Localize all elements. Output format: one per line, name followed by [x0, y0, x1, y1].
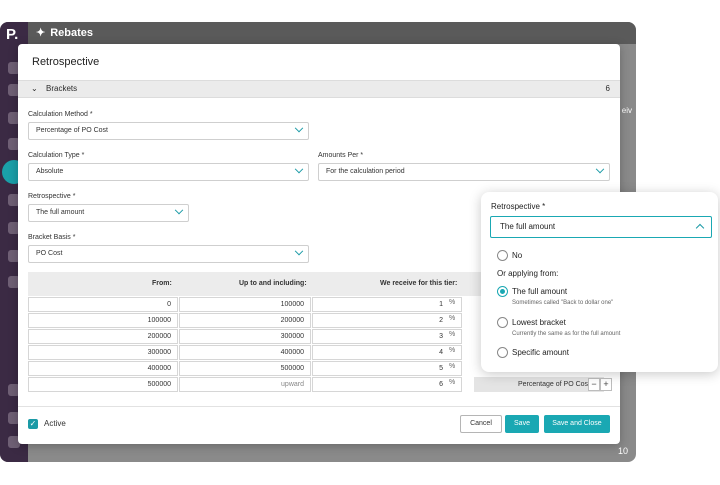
check-icon: ✓ [29, 419, 37, 428]
popover-label: Retrospective * [491, 202, 546, 211]
chevron-down-icon [294, 246, 304, 256]
save-button[interactable]: Save [505, 415, 539, 433]
receive-cell[interactable]: 4 [312, 345, 462, 360]
radio-no[interactable] [497, 250, 508, 261]
percent-unit: % [449, 331, 456, 338]
chevron-down-icon [294, 164, 304, 174]
from-cell[interactable]: 0 [28, 297, 178, 312]
chevron-down-icon [595, 164, 605, 174]
col-receive: We receive for this tier: [380, 280, 458, 287]
percent-unit: % [449, 363, 456, 370]
plus-icon[interactable]: + [600, 378, 612, 391]
option-lowest-sub: Currently the same as for the full amoun… [512, 331, 621, 337]
col-from: From: [152, 280, 172, 287]
tier-basis-select[interactable]: Percentage of PO Cost [474, 377, 604, 392]
section-label: Brackets [46, 84, 78, 93]
retrospective-label: Retrospective * [28, 193, 76, 200]
cancel-button[interactable]: Cancel [460, 415, 502, 433]
chevron-down-icon[interactable]: ⌄ [31, 81, 38, 97]
from-cell[interactable]: 100000 [28, 313, 178, 328]
option-full-sub: Sometimes called "Back to dollar one" [512, 300, 614, 306]
retrospective-dropdown-popover: Retrospective * The full amount No Or ap… [481, 192, 718, 372]
calc-method-select[interactable]: Percentage of PO Cost [28, 122, 309, 140]
section-count: 6 [605, 84, 610, 93]
amounts-per-select[interactable]: For the calculation period [318, 163, 610, 181]
app-logo: P. [6, 26, 19, 43]
upto-cell: upward [179, 377, 311, 392]
table-row: 500000 upward 6 % Percentage of PO Cost … [28, 377, 612, 393]
from-cell[interactable]: 300000 [28, 345, 178, 360]
calc-type-select[interactable]: Absolute [28, 163, 309, 181]
modal-footer: ✓ Active Cancel Save Save and Close [18, 406, 620, 444]
modal-title: Retrospective [32, 56, 100, 68]
page-number: 10 [617, 446, 628, 456]
receive-cell[interactable]: 3 [312, 329, 462, 344]
retrospective-value: The full amount [36, 209, 85, 216]
obscured-text-fragment: eiv [621, 106, 632, 115]
calc-type-label: Calculation Type * [28, 152, 85, 159]
option-specific-label[interactable]: Specific amount [512, 348, 569, 357]
upto-cell[interactable]: 400000 [179, 345, 311, 360]
amounts-per-value: For the calculation period [326, 168, 405, 175]
retrospective-select[interactable]: The full amount [28, 204, 189, 222]
calc-type-value: Absolute [36, 168, 64, 175]
col-upto: Up to and including: [239, 280, 307, 287]
star-icon: ✦ [36, 27, 46, 39]
upto-cell[interactable]: 500000 [179, 361, 311, 376]
app-header: ✦ Rebates [28, 22, 636, 44]
radio-specific-amount[interactable] [497, 347, 508, 358]
from-cell[interactable]: 200000 [28, 329, 178, 344]
calc-method-label: Calculation Method * [28, 111, 93, 118]
percent-unit: % [449, 299, 456, 306]
chevron-down-icon [174, 205, 184, 215]
upto-cell[interactable]: 300000 [179, 329, 311, 344]
upto-cell[interactable]: 100000 [179, 297, 311, 312]
percent-unit: % [449, 315, 456, 322]
option-group-label: Or applying from: [497, 269, 559, 278]
retrospective-dropdown[interactable]: The full amount [490, 216, 712, 238]
tier-basis-value: Percentage of PO Cost [518, 381, 590, 388]
window-title: Rebates [50, 27, 94, 39]
from-cell[interactable]: 400000 [28, 361, 178, 376]
calc-method-value: Percentage of PO Cost [36, 127, 108, 134]
bracket-basis-value: PO Cost [36, 250, 63, 257]
option-no-label[interactable]: No [512, 251, 522, 260]
bracket-basis-label: Bracket Basis * [28, 234, 76, 241]
bracket-basis-select[interactable]: PO Cost [28, 245, 309, 263]
percent-unit: % [449, 347, 456, 354]
active-checkbox[interactable]: ✓ [28, 419, 38, 429]
chevron-down-icon [294, 123, 304, 133]
amounts-per-label: Amounts Per * [318, 152, 364, 159]
option-full-label[interactable]: The full amount [512, 287, 567, 296]
save-and-close-button[interactable]: Save and Close [544, 415, 610, 433]
minus-icon[interactable]: − [588, 378, 600, 391]
dropdown-value: The full amount [500, 222, 556, 231]
upto-cell[interactable]: 200000 [179, 313, 311, 328]
radio-lowest-bracket[interactable] [497, 317, 508, 328]
from-cell[interactable]: 500000 [28, 377, 178, 392]
option-lowest-label[interactable]: Lowest bracket [512, 318, 566, 327]
receive-cell[interactable]: 6 [312, 377, 462, 392]
chevron-up-icon [695, 223, 705, 233]
receive-cell[interactable]: 1 [312, 297, 462, 312]
radio-full-amount[interactable] [497, 286, 508, 297]
percent-unit: % [449, 379, 456, 386]
brackets-section-header[interactable]: ⌄ Brackets 6 [18, 80, 620, 98]
active-label: Active [44, 419, 66, 428]
receive-cell[interactable]: 2 [312, 313, 462, 328]
receive-cell[interactable]: 5 [312, 361, 462, 376]
